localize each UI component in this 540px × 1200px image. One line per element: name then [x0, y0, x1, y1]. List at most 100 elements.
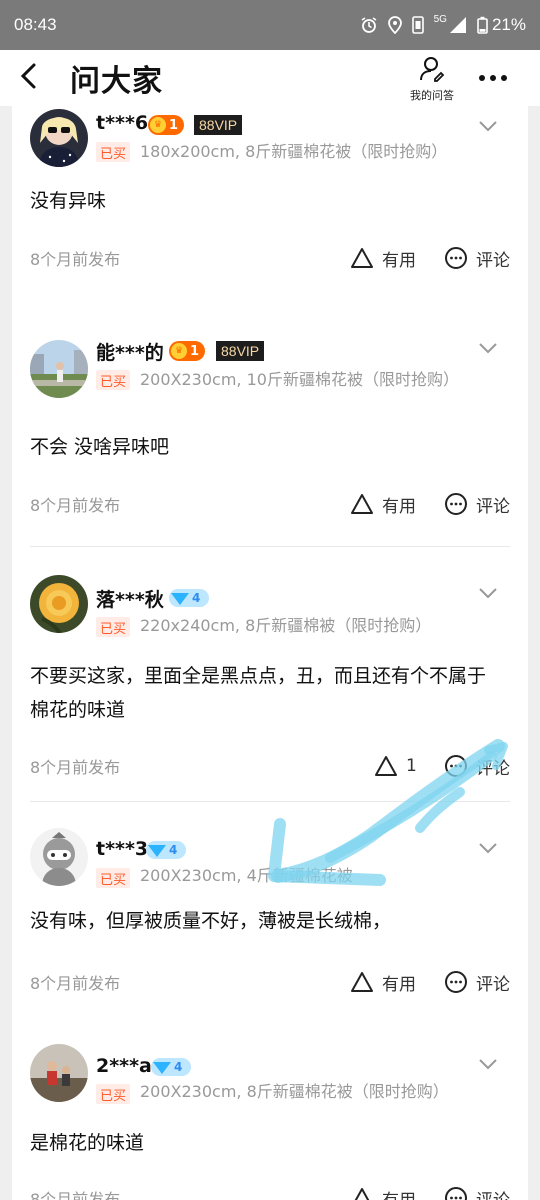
- status-time: 08:43: [14, 15, 57, 34]
- useful-count: 1: [406, 756, 417, 776]
- comment-label: 评论: [476, 1186, 510, 1200]
- level-badge: ♛ 1: [148, 115, 185, 135]
- sku-text: 200X230cm, 4斤新疆棉花被: [140, 866, 353, 885]
- diamond-icon: [148, 845, 166, 857]
- avatar[interactable]: [30, 575, 88, 633]
- bought-tag: 已买: [96, 617, 131, 637]
- expand-button[interactable]: [476, 836, 500, 860]
- triangle-outline-icon: [354, 1188, 370, 1200]
- status-bar: 08:43 5G 21%: [0, 0, 540, 50]
- chat-bubble-icon: [445, 755, 467, 777]
- list-item: 能***的 ♛ 1 88VIP 已买 200X230cm, 10斤新疆棉花被（限…: [12, 318, 528, 558]
- comment-label: 评论: [476, 758, 510, 779]
- time-text: 8个月前发布: [30, 250, 121, 269]
- chat-bubble-icon: [445, 971, 467, 993]
- alarm-icon: [360, 16, 378, 34]
- sku-text: 220x240cm, 8斤新疆棉被（限时抢购）: [140, 616, 432, 635]
- useful-button[interactable]: 1: [374, 752, 417, 780]
- level-value: 4: [169, 843, 178, 857]
- time-text: 8个月前发布: [30, 496, 121, 515]
- time-text: 8个月前发布: [30, 974, 121, 993]
- useful-label: 有用: [382, 974, 416, 995]
- level-value: 1: [190, 343, 200, 359]
- avatar[interactable]: [30, 828, 88, 886]
- crown-icon: ♛: [171, 343, 187, 359]
- diamond-badge: 4: [151, 1058, 191, 1076]
- list-item: t***3 4 已买 200X230cm, 4斤新疆棉花被 没有味，但厚被质量不…: [12, 802, 528, 1018]
- triangle-outline-icon: [375, 756, 397, 776]
- useful-label: 有用: [382, 250, 416, 271]
- chevron-down-icon: [479, 1059, 497, 1070]
- username: 能***的: [96, 342, 164, 364]
- expand-button[interactable]: [476, 581, 500, 605]
- comment-button[interactable]: 评论: [444, 968, 510, 996]
- list-item: 落***秋 4 已买 220x240cm, 8斤新疆棉被（限时抢购） 不要买这家…: [12, 547, 528, 802]
- answer-text: 没有味，但厚被质量不好，薄被是长绒棉，: [30, 910, 392, 932]
- chevron-down-icon: [479, 343, 497, 354]
- chevron-down-icon: [479, 843, 497, 854]
- username: t***6: [96, 112, 149, 134]
- person-edit-icon: [419, 57, 445, 86]
- comment-label: 评论: [476, 496, 510, 517]
- expand-button[interactable]: [476, 1052, 500, 1076]
- useful-button[interactable]: 有用: [350, 968, 416, 996]
- level-badge: ♛ 1: [169, 341, 206, 361]
- avatar[interactable]: [30, 1044, 88, 1102]
- useful-button[interactable]: 有用: [350, 1184, 416, 1200]
- sku-text: 200X230cm, 8斤新疆棉花被（限时抢购）: [140, 1082, 449, 1101]
- crown-icon: ♛: [150, 117, 166, 133]
- level-value: 4: [192, 591, 201, 605]
- vip-badge: 88VIP: [194, 115, 243, 135]
- signal-icon: [449, 16, 467, 34]
- location-icon: [387, 16, 402, 34]
- comment-label: 评论: [476, 250, 510, 271]
- triangle-outline-icon: [351, 972, 373, 992]
- comment-button[interactable]: 评论: [444, 1184, 510, 1200]
- network-label: 5G: [433, 13, 447, 25]
- expand-button[interactable]: [476, 114, 500, 138]
- level-value: 1: [169, 117, 179, 133]
- username: t***3: [96, 838, 149, 860]
- my-qa-button[interactable]: 我的问答: [404, 56, 460, 103]
- sku-text: 200X230cm, 10斤新疆棉花被（限时抢购）: [140, 370, 459, 389]
- useful-button[interactable]: 有用: [350, 244, 416, 272]
- battery-level: 21%: [491, 15, 526, 34]
- level-value: 4: [174, 1060, 183, 1074]
- useful-label: 有用: [382, 1186, 416, 1200]
- diamond-badge: 4: [169, 589, 209, 607]
- bought-tag: 已买: [96, 142, 131, 162]
- useful-button[interactable]: 有用: [350, 490, 416, 518]
- comment-label: 评论: [476, 974, 510, 995]
- diamond-icon: [153, 1062, 171, 1074]
- header: 问大家 我的问答: [0, 50, 540, 106]
- comment-button[interactable]: 评论: [444, 752, 510, 780]
- comment-button[interactable]: 评论: [444, 244, 510, 272]
- list-item: 2***a 4 已买 200X230cm, 8斤新疆棉花被（限时抢购） 是棉花的…: [12, 1018, 528, 1200]
- more-dots-icon: [479, 75, 485, 81]
- comment-button[interactable]: 评论: [444, 490, 510, 518]
- answer-text: 是棉花的味道: [30, 1132, 145, 1154]
- time-text: 8个月前发布: [30, 758, 121, 777]
- vip-badge: 88VIP: [216, 341, 265, 361]
- chat-bubble-icon: [445, 493, 467, 515]
- triangle-outline-icon: [351, 248, 373, 268]
- answer-text: 不要买这家，里面全是黑点点，丑，而且还有个不属于棉花的味道: [30, 665, 487, 721]
- useful-label: 有用: [382, 496, 416, 517]
- page-title: 问大家: [70, 64, 163, 99]
- more-button[interactable]: [470, 60, 516, 96]
- list-item: t***6 ♛ 1 88VIP 已买 180x200cm, 8斤新疆棉花被（限时…: [12, 106, 528, 306]
- diamond-icon: [171, 593, 189, 605]
- avatar[interactable]: [30, 109, 88, 167]
- expand-button[interactable]: [476, 336, 500, 360]
- avatar[interactable]: [30, 340, 88, 398]
- back-button[interactable]: [0, 50, 56, 106]
- chevron-down-icon: [479, 121, 497, 132]
- username: 落***秋: [96, 589, 164, 611]
- triangle-outline-icon: [351, 494, 373, 514]
- bought-tag: 已买: [96, 868, 131, 888]
- answer-text: 不会 没啥异味吧: [30, 436, 170, 458]
- chevron-down-icon: [479, 588, 497, 599]
- answer-list: t***6 ♛ 1 88VIP 已买 180x200cm, 8斤新疆棉花被（限时…: [12, 106, 528, 1200]
- chat-bubble-icon: [445, 247, 467, 269]
- my-qa-label: 我的问答: [410, 89, 454, 102]
